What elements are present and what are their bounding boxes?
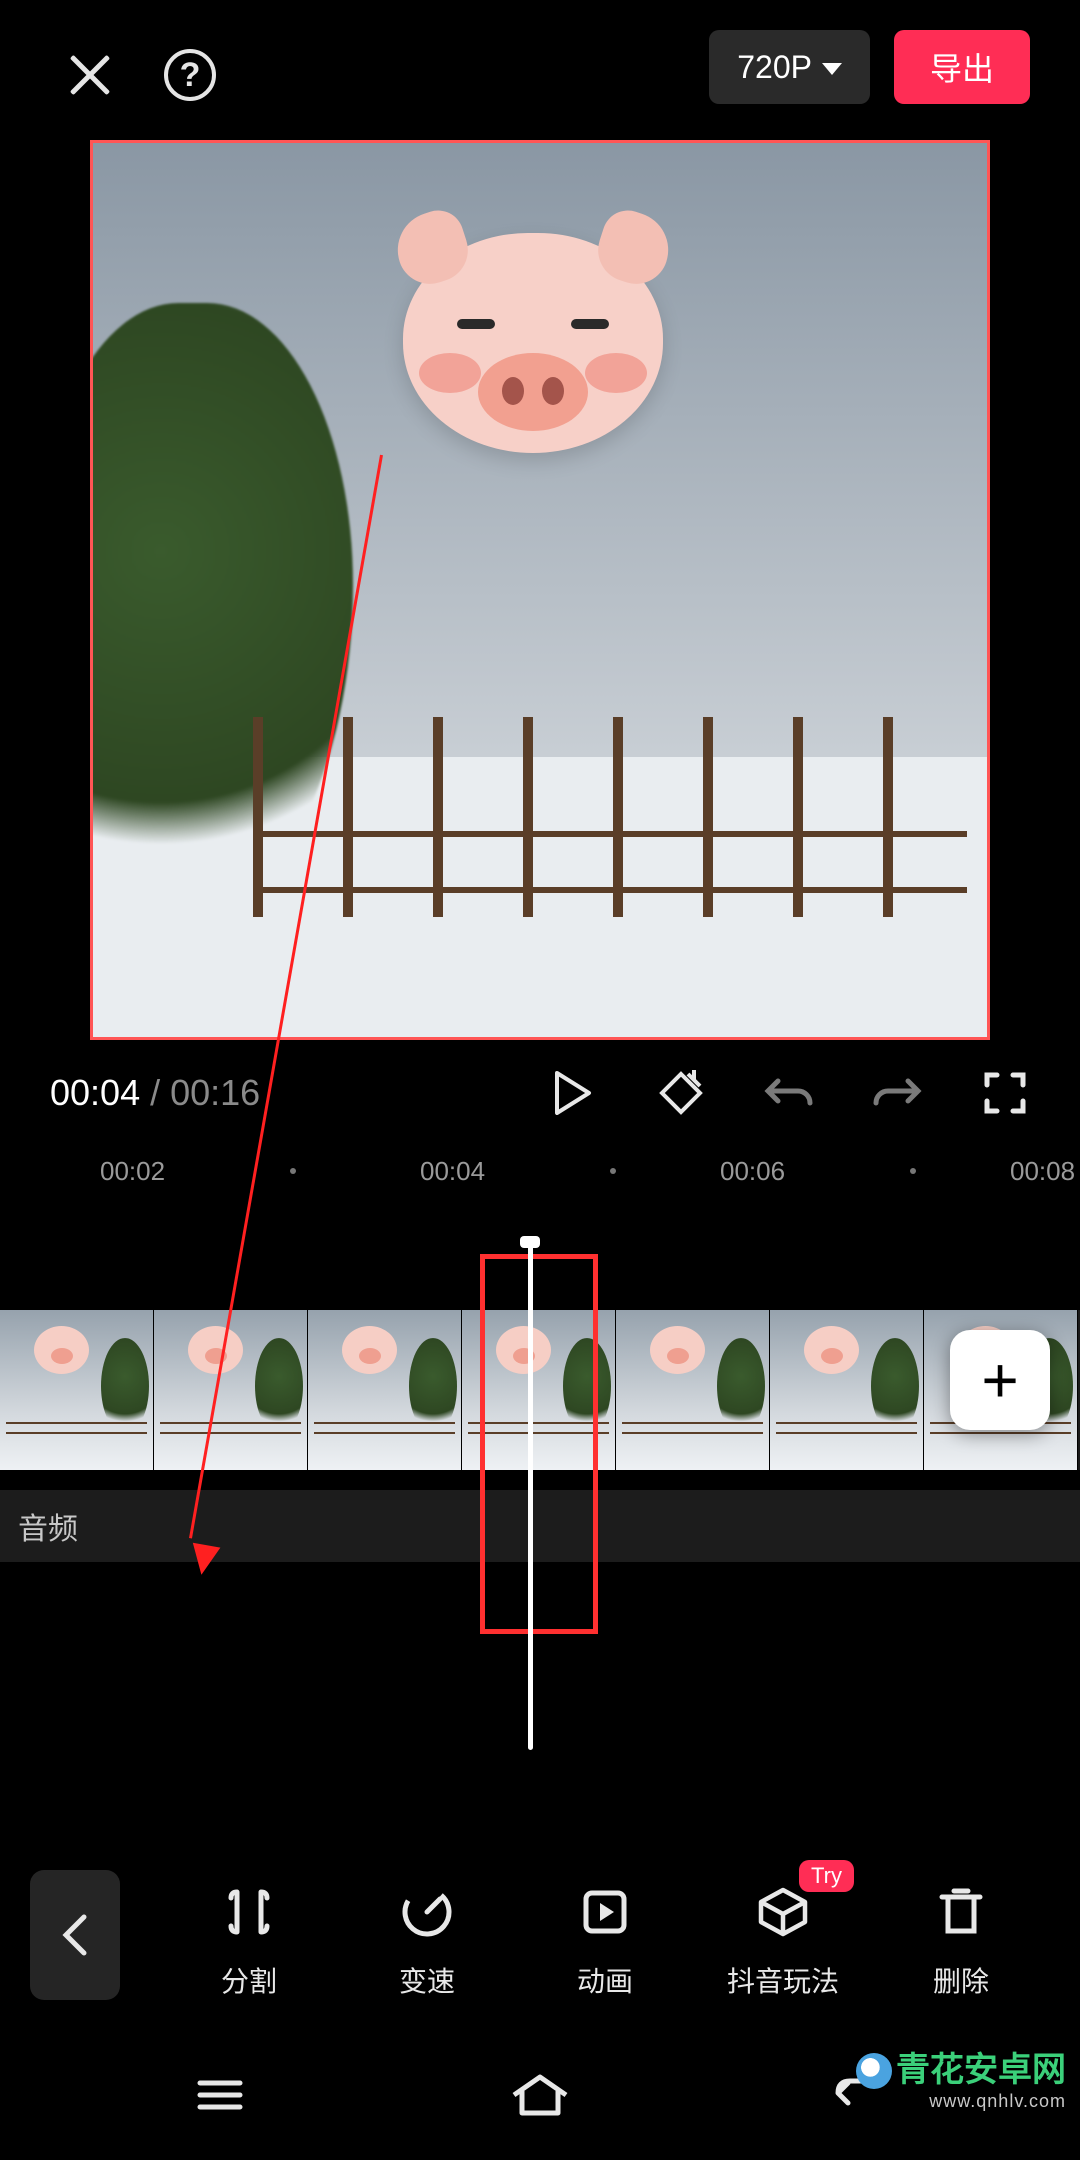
play-button[interactable] <box>548 1068 598 1118</box>
keyframe-button[interactable] <box>656 1068 706 1118</box>
tool-douyin-effects[interactable]: Try 抖音玩法 <box>694 1884 872 2000</box>
ruler-tick: 00:02 <box>100 1156 165 1187</box>
undo-icon <box>764 1073 814 1113</box>
add-clip-button[interactable]: + <box>950 1330 1050 1430</box>
audio-track-label: 音频 <box>18 1504 78 1548</box>
transport-bar: 00:04 / 00:16 <box>0 1040 1080 1128</box>
animation-icon <box>577 1884 633 1940</box>
play-icon <box>553 1071 593 1115</box>
home-icon <box>508 2071 572 2119</box>
nav-home-button[interactable] <box>505 2060 575 2130</box>
resolution-label: 720P <box>737 49 812 86</box>
audio-track[interactable]: 音频 <box>0 1490 1080 1562</box>
tool-animation[interactable]: 动画 <box>516 1884 694 2000</box>
redo-button[interactable] <box>872 1068 922 1118</box>
current-time: 00:04 <box>50 1072 140 1113</box>
menu-icon <box>194 2075 246 2115</box>
redo-icon <box>872 1073 922 1113</box>
clip-thumbnail[interactable] <box>462 1310 616 1470</box>
edit-toolbar: 分割 变速 动画 Try 抖音玩法 删除 <box>0 1870 1080 2000</box>
duration-time: 00:16 <box>170 1072 260 1113</box>
chevron-down-icon <box>822 63 842 75</box>
clip-thumbnail[interactable] <box>308 1310 462 1470</box>
ruler-tick: 00:08 <box>1010 1156 1075 1187</box>
plus-icon: + <box>981 1343 1018 1417</box>
ruler-dot <box>610 1168 616 1174</box>
time-display: 00:04 / 00:16 <box>50 1072 260 1114</box>
cube-icon <box>755 1884 811 1940</box>
clip-thumbnail[interactable] <box>616 1310 770 1470</box>
ruler-dot <box>290 1168 296 1174</box>
help-button[interactable]: ? <box>160 45 220 105</box>
tool-speed[interactable]: 变速 <box>338 1884 516 2000</box>
toolbar-back-button[interactable] <box>30 1870 120 2000</box>
nav-recent-button[interactable] <box>185 2060 255 2130</box>
close-icon <box>68 53 112 97</box>
trash-icon <box>933 1884 989 1940</box>
chevron-left-icon <box>60 1913 90 1957</box>
video-preview[interactable] <box>90 140 990 1040</box>
ruler-tick: 00:06 <box>720 1156 785 1187</box>
close-button[interactable] <box>60 45 120 105</box>
resolution-selector[interactable]: 720P <box>709 30 870 104</box>
top-bar: ? 720P 导出 <box>0 0 1080 120</box>
tool-split[interactable]: 分割 <box>160 1884 338 2000</box>
fullscreen-button[interactable] <box>980 1068 1030 1118</box>
nav-back-button[interactable] <box>825 2060 895 2130</box>
timeline[interactable]: + 音频 <box>0 1230 1080 1710</box>
try-badge: Try <box>799 1860 854 1892</box>
tool-delete[interactable]: 删除 <box>872 1884 1050 2000</box>
back-icon <box>832 2073 888 2117</box>
system-navbar <box>0 2030 1080 2160</box>
playhead[interactable] <box>528 1240 533 1750</box>
clip-thumbnail[interactable] <box>0 1310 154 1470</box>
export-button[interactable]: 导出 <box>894 30 1030 104</box>
keyframe-icon <box>658 1070 704 1116</box>
clip-thumbnail[interactable] <box>154 1310 308 1470</box>
split-icon <box>221 1884 277 1940</box>
ruler-tick: 00:04 <box>420 1156 485 1187</box>
pig-sticker[interactable] <box>393 233 673 493</box>
speed-icon <box>399 1884 455 1940</box>
undo-button[interactable] <box>764 1068 814 1118</box>
fullscreen-icon <box>983 1071 1027 1115</box>
clip-thumbnail[interactable] <box>770 1310 924 1470</box>
ruler-dot <box>910 1168 916 1174</box>
timeline-ruler[interactable]: 00:02 00:04 00:06 00:08 <box>0 1144 1080 1194</box>
video-track[interactable] <box>0 1310 1080 1470</box>
help-icon: ? <box>164 49 216 101</box>
